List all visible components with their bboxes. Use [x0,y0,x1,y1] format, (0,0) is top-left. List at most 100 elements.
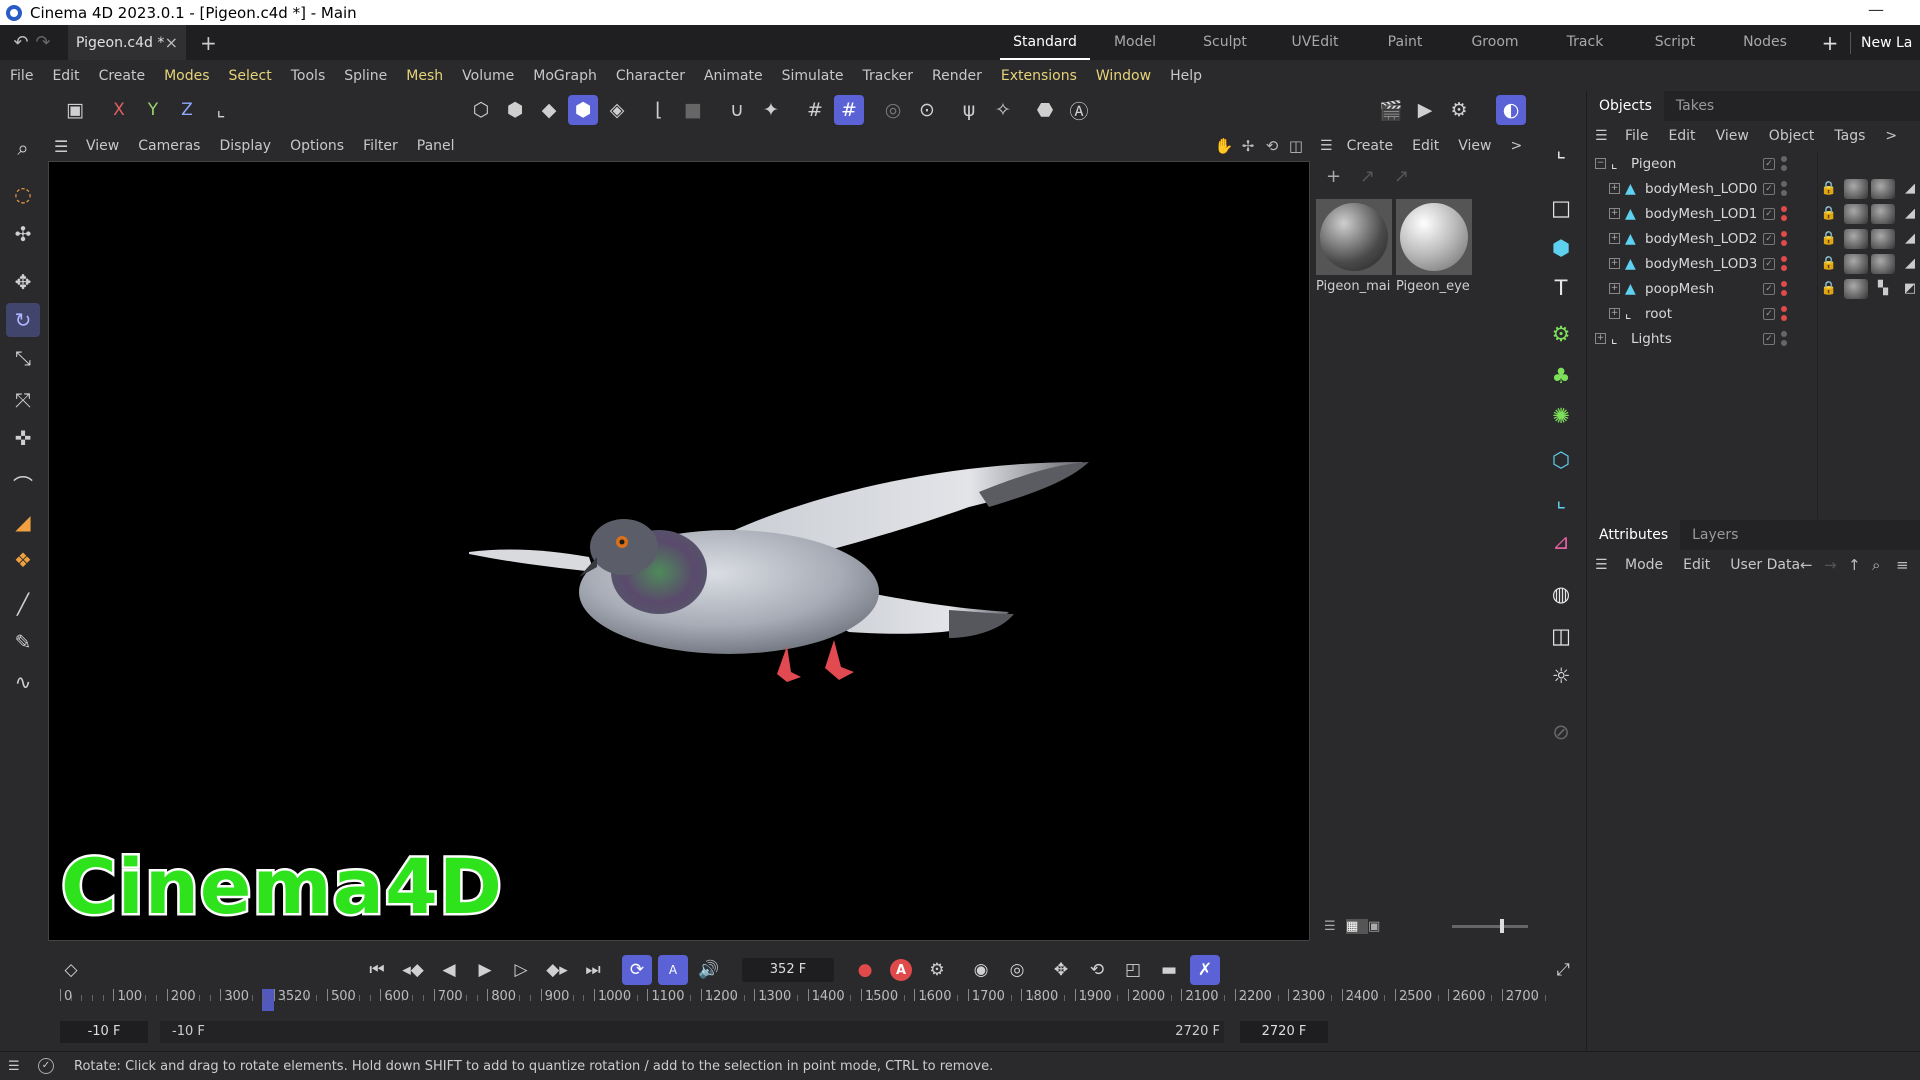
render-settings-icon[interactable]: ⚙ [1444,95,1474,125]
menu-file[interactable]: File [10,68,33,84]
add-material-icon[interactable]: + [1326,166,1360,187]
parameter-keys-icon[interactable]: ▬ [1154,955,1184,985]
layout-tab-script[interactable]: Script [1630,25,1720,60]
menu-edit[interactable]: Edit [52,68,79,84]
objects-menu-icon[interactable]: ☰ [1595,128,1613,144]
orbit-icon[interactable]: ⟲ [1260,137,1284,155]
status-menu-icon[interactable]: ☰ [8,1059,26,1074]
layout-tab-paint[interactable]: Paint [1360,25,1450,60]
expand-icon[interactable]: + [1609,183,1620,194]
rotate-tool-icon[interactable]: ↻ [6,303,40,337]
material-tag-icon[interactable] [1871,228,1895,249]
z-axis-lock-button[interactable]: Z [172,95,202,125]
visibility-dots[interactable] [1781,330,1787,347]
snap-enable-icon[interactable]: # [834,95,864,125]
object-row-bodymesh-lod2[interactable]: + ▲ bodyMesh_LOD2 ✓ 🔒 ◢ [1587,226,1920,251]
menu-select[interactable]: Select [229,68,272,84]
protection-tag-icon[interactable]: 🔒 [1817,204,1841,224]
scale-tool-icon[interactable]: ⤡ [6,341,40,375]
material-menu-more[interactable]: > [1510,138,1522,154]
keyframe-position-icon[interactable]: ◉ [966,955,996,985]
symmetry-settings-icon[interactable]: ✧ [988,95,1018,125]
visibility-dots[interactable] [1781,255,1787,272]
dolly-icon[interactable]: ✢ [1236,137,1260,155]
layout-tab-sculpt[interactable]: Sculpt [1180,25,1270,60]
go-to-start-icon[interactable]: ⏮ [362,955,392,985]
auto-key-button[interactable]: A [886,955,916,985]
visibility-check[interactable]: ✓ [1763,307,1775,320]
material-tag-icon[interactable] [1844,278,1868,299]
protection-tag-icon[interactable]: 🔒 [1817,229,1841,249]
move-tool-icon[interactable]: ✥ [6,265,40,299]
layout-tab-uvedit[interactable]: UVEdit [1270,25,1360,60]
search-icon[interactable]: ⌕ [6,131,40,165]
selection-tag-icon[interactable]: ◩ [1898,279,1920,299]
deformer-icon[interactable]: ⬡ [1544,443,1578,477]
material-tag-icon[interactable] [1844,178,1868,199]
large-view-icon[interactable]: ▣ [1368,919,1390,934]
menu-volume[interactable]: Volume [462,68,514,84]
viewport-menu-panel[interactable]: Panel [417,138,455,154]
layout-tab-model[interactable]: Model [1090,25,1180,60]
layout-tab-groom[interactable]: Groom [1450,25,1540,60]
cloner-icon[interactable]: ♣ [1544,359,1578,393]
visibility-check[interactable]: ✓ [1763,182,1775,195]
range-end-bar[interactable]: 2720 F [1172,1021,1224,1043]
material-menu-icon[interactable]: ☰ [1320,138,1333,154]
material-tag-icon[interactable] [1844,228,1868,249]
material-menu-edit[interactable]: Edit [1412,138,1439,154]
menu-animate[interactable]: Animate [704,68,763,84]
menu-tracker[interactable]: Tracker [862,68,913,84]
timeline-ruler[interactable]: 0 100 200 300 3520 500 600 700 800 900 1000 1100 120… [60,989,1584,1019]
material-tag-icon[interactable] [1871,178,1895,199]
menu-window[interactable]: Window [1096,68,1151,84]
menu-extensions[interactable]: Extensions [1001,68,1077,84]
bevel-tool-icon[interactable]: ❖ [6,543,40,577]
text-object-icon[interactable]: T [1544,271,1578,305]
knife-tool-icon[interactable]: ⌒ [6,467,40,501]
loop-icon[interactable]: ⟳ [622,955,652,985]
new-tab-button[interactable]: + [200,31,217,55]
axis-mode-icon[interactable]: ⌊ [644,95,674,125]
null-object-icon[interactable]: ⌞ [1544,133,1578,167]
go-to-end-icon[interactable]: ⏭ [578,955,608,985]
model-mode-icon[interactable]: ⬢ [568,95,598,125]
phong-tag-icon[interactable]: ◢ [1898,204,1920,224]
viewport-menu-icon[interactable]: ☰ [54,137,72,156]
previous-key-icon[interactable]: ◂◆ [398,955,428,985]
uv-mode-icon[interactable]: ◈ [602,95,632,125]
viewport-menu-cameras[interactable]: Cameras [138,138,200,154]
viewport-menu-display[interactable]: Display [219,138,271,154]
expand-icon[interactable]: + [1609,308,1620,319]
live-selection-icon[interactable]: ◌ [6,177,40,211]
menu-modes[interactable]: Modes [164,68,209,84]
protection-tag-icon[interactable]: 🔒 [1817,179,1841,199]
clapboard-icon[interactable]: ▣ [60,95,90,125]
plane-object-icon[interactable]: □ [1544,191,1578,225]
visibility-dots[interactable] [1781,230,1787,247]
objects-menu-edit[interactable]: Edit [1668,128,1695,144]
layout-tab-nodes[interactable]: Nodes [1720,25,1810,60]
menu-mesh[interactable]: Mesh [406,68,443,84]
camera-icon[interactable]: ◫ [1544,619,1578,653]
previous-frame-icon[interactable]: ◀ [434,955,464,985]
phong-tag-icon[interactable]: ◢ [1898,229,1920,249]
viewport-menu-view[interactable]: View [86,138,119,154]
visibility-dots[interactable] [1781,155,1787,172]
menu-simulate[interactable]: Simulate [782,68,844,84]
visibility-check[interactable]: ✓ [1763,232,1775,245]
current-frame-field[interactable]: 352 F [742,958,834,982]
menu-render[interactable]: Render [932,68,982,84]
material-tag-icon[interactable] [1844,253,1868,274]
expand-icon[interactable]: + [1609,208,1620,219]
expand-icon[interactable]: + [1609,283,1620,294]
effector-icon[interactable]: ✺ [1544,399,1578,433]
object-row-poopmesh[interactable]: + ▲ poopMesh ✓ 🔒 ▚ ◩ [1587,276,1920,301]
layout-tab-track[interactable]: Track [1540,25,1630,60]
tab-takes[interactable]: Takes [1664,91,1726,121]
phong-tag-icon[interactable]: ◢ [1898,179,1920,199]
visibility-check[interactable]: ✓ [1763,282,1775,295]
list-view-icon[interactable]: ☰ [1324,919,1346,934]
play-icon[interactable]: ▶ [470,955,500,985]
objects-menu-file[interactable]: File [1625,128,1648,144]
